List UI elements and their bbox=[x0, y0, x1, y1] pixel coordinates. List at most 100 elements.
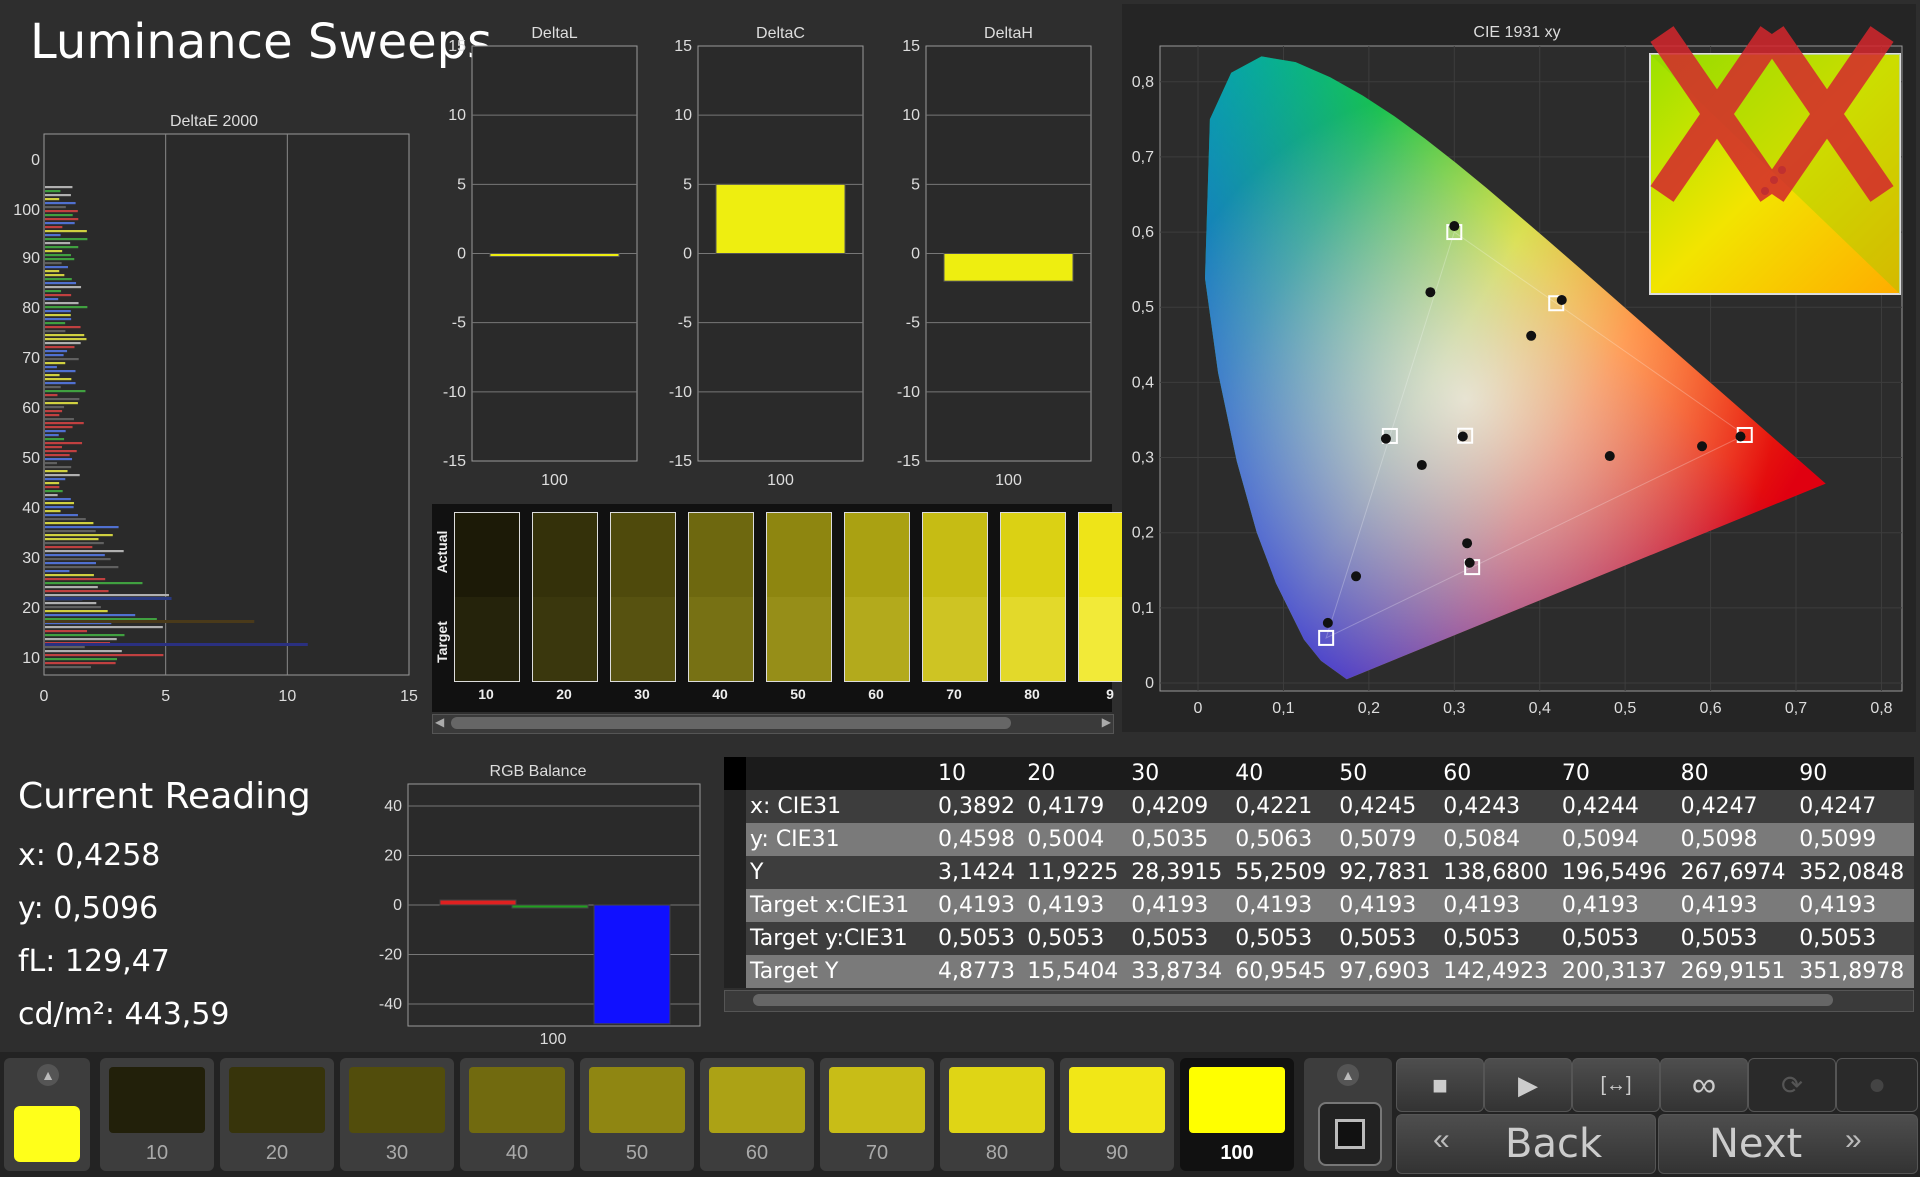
comparison-scrollbar[interactable]: ◀ ▶ bbox=[432, 714, 1114, 734]
swatch-90[interactable]: 90 bbox=[1060, 1058, 1174, 1171]
back-button[interactable]: « Back bbox=[1396, 1114, 1656, 1174]
deltae-bar bbox=[45, 354, 64, 357]
deltae-bar bbox=[45, 638, 117, 641]
table-cell: 0,4193 bbox=[934, 889, 1024, 922]
deltaC-xlabel: 100 bbox=[767, 472, 794, 488]
swatch-color bbox=[1189, 1067, 1285, 1133]
deltae-bar bbox=[45, 646, 85, 649]
actual-swatch bbox=[455, 513, 519, 597]
swatch-50[interactable]: 50 bbox=[580, 1058, 694, 1171]
deltae-bar bbox=[45, 514, 78, 517]
chevron-up-icon[interactable]: ▲ bbox=[37, 1064, 59, 1086]
table-cell: 138,6800 bbox=[1439, 856, 1558, 889]
square-icon: ■ bbox=[1432, 1069, 1448, 1100]
cie-xtick: 0,8 bbox=[1870, 700, 1892, 717]
deltae-bar bbox=[45, 490, 63, 493]
swatch-10[interactable]: 10 bbox=[100, 1058, 214, 1171]
deltae-bar bbox=[45, 398, 80, 401]
deltae-bar bbox=[45, 530, 96, 533]
table-scrollbar[interactable] bbox=[724, 990, 1914, 1012]
deltae-bar bbox=[45, 302, 79, 305]
fit-button[interactable]: [↔] bbox=[1572, 1058, 1660, 1112]
delta-ytick: 15 bbox=[674, 38, 692, 55]
deltae-bar bbox=[45, 394, 58, 397]
deltaH-xlabel: 100 bbox=[995, 472, 1022, 488]
actual-label: Actual bbox=[434, 530, 450, 574]
swatch-70[interactable]: 70 bbox=[820, 1058, 934, 1171]
actual-swatch bbox=[611, 513, 675, 597]
cie-xtick: 0,1 bbox=[1272, 700, 1294, 717]
swatch-80[interactable]: 80 bbox=[940, 1058, 1054, 1171]
rgb-bar-blue bbox=[593, 904, 671, 1025]
table-cell: 0,4193 bbox=[1439, 889, 1558, 922]
swatch-label: 90 bbox=[1105, 1142, 1129, 1164]
swatch-label: 70 bbox=[865, 1142, 889, 1164]
deltae-bar bbox=[45, 186, 73, 189]
deltaH-bar bbox=[943, 253, 1074, 282]
stop-ctrl-button[interactable]: ■ bbox=[1396, 1058, 1484, 1112]
table-header-row: 10 20 30 40 50 60 70 80 90 bbox=[724, 757, 1914, 790]
deltae-bar bbox=[45, 218, 79, 221]
scroll-thumb[interactable] bbox=[451, 717, 1011, 729]
deltae-bar bbox=[45, 318, 72, 321]
deltae-bar bbox=[45, 526, 119, 529]
deltae-bar bbox=[45, 650, 122, 653]
back-arrow-icon: « bbox=[1433, 1123, 1450, 1156]
table-column-header: 70 bbox=[1557, 757, 1677, 790]
deltae-ytick: 100 bbox=[13, 202, 40, 219]
deltae-bar bbox=[45, 654, 164, 657]
delta-ytick: -5 bbox=[678, 315, 692, 332]
deltae-bar bbox=[45, 410, 63, 413]
cie-measured-point bbox=[1351, 571, 1362, 582]
table-cell: 0,5035 bbox=[1127, 823, 1232, 856]
deltae-bar bbox=[45, 358, 79, 361]
status-button[interactable]: ● bbox=[1836, 1058, 1918, 1112]
delta-ytick: -15 bbox=[669, 453, 692, 470]
deltae-bar bbox=[45, 594, 169, 597]
cie-ytick: 0,8 bbox=[1132, 74, 1154, 91]
swatch-40[interactable]: 40 bbox=[460, 1058, 574, 1171]
deltae-bar bbox=[45, 534, 113, 537]
deltae-bar bbox=[45, 486, 60, 489]
chevron-up-icon[interactable]: ▲ bbox=[1337, 1064, 1359, 1086]
swatch-label: 30 bbox=[385, 1142, 409, 1164]
current-color-panel[interactable]: ▲ bbox=[4, 1058, 90, 1171]
delta-ytick: 10 bbox=[902, 107, 920, 124]
deltae-bar bbox=[45, 610, 108, 613]
target-swatch bbox=[533, 597, 597, 681]
delta-ytick: -15 bbox=[443, 453, 466, 470]
reading-y: y: 0,5096 bbox=[18, 891, 159, 926]
page-title: Luminance Sweeps bbox=[30, 14, 493, 70]
scroll-right-icon[interactable]: ▶ bbox=[1102, 715, 1111, 729]
deltae-bar bbox=[45, 362, 66, 365]
swatch-30[interactable]: 30 bbox=[340, 1058, 454, 1171]
cie-xtick: 0,3 bbox=[1443, 700, 1465, 717]
next-button[interactable]: Next » bbox=[1658, 1114, 1918, 1174]
comparison-step-label: 50 bbox=[790, 686, 806, 702]
scroll-left-icon[interactable]: ◀ bbox=[435, 715, 444, 729]
rgb-ytick: 40 bbox=[384, 798, 402, 815]
table-cell: 28,3915 bbox=[1127, 856, 1232, 889]
loop-button[interactable]: ∞ bbox=[1660, 1058, 1748, 1112]
swatch-100[interactable]: 100 bbox=[1180, 1058, 1294, 1171]
deltae-bar bbox=[45, 310, 71, 313]
swatch-color bbox=[829, 1067, 925, 1133]
actual-swatch bbox=[689, 513, 753, 597]
deltae-bar bbox=[45, 574, 94, 577]
stop-icon bbox=[1335, 1119, 1365, 1149]
stop-button[interactable] bbox=[1318, 1102, 1382, 1166]
swatch-60[interactable]: 60 bbox=[700, 1058, 814, 1171]
deltae-bar bbox=[45, 482, 60, 485]
deltae-bar bbox=[45, 666, 91, 669]
deltae-bar bbox=[45, 338, 87, 341]
actual-swatch bbox=[767, 513, 831, 597]
play-button[interactable]: ▶ bbox=[1484, 1058, 1572, 1112]
deltae-bar bbox=[45, 430, 66, 433]
table-cell: 351,8978 bbox=[1795, 955, 1914, 988]
swatch-color bbox=[349, 1067, 445, 1133]
swatch-20[interactable]: 20 bbox=[220, 1058, 334, 1171]
refresh-button[interactable]: ⟳ bbox=[1748, 1058, 1836, 1112]
table-cell: 0,5053 bbox=[1795, 922, 1914, 955]
cie-measured-point bbox=[1449, 221, 1460, 232]
table-scroll-thumb[interactable] bbox=[753, 994, 1833, 1006]
